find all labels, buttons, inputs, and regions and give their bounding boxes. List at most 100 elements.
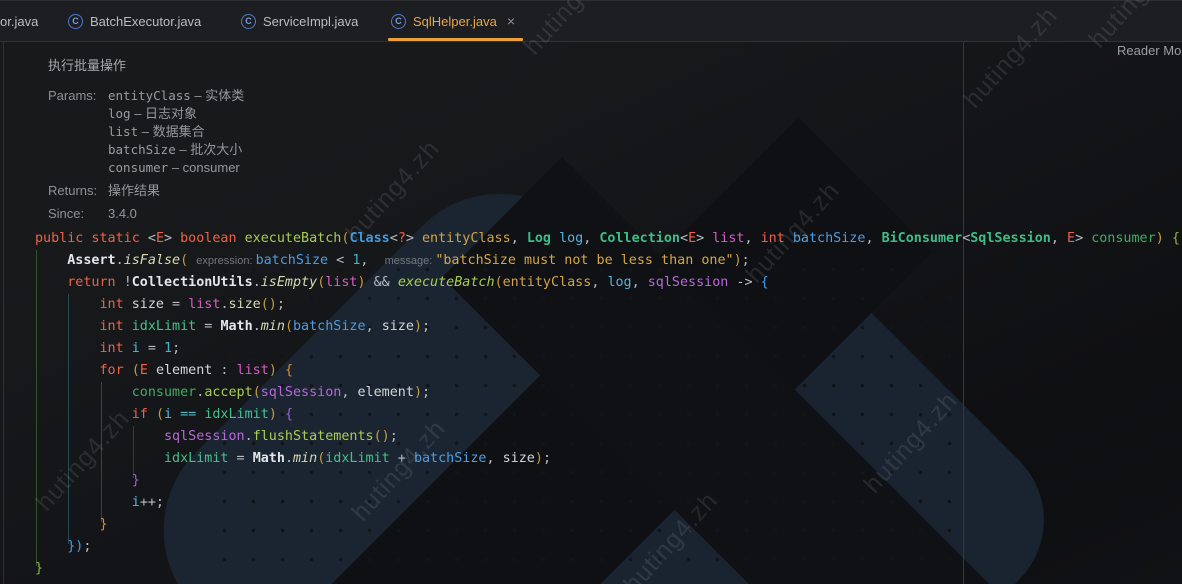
code-token: idxLimit: [131, 319, 197, 334]
code-token: log: [559, 231, 584, 246]
code-token: {: [760, 275, 769, 290]
javadoc-row: list – 数据集合: [48, 123, 244, 141]
code-line[interactable]: int idxLimit = Math.min(batchSize, size)…: [35, 316, 1180, 338]
code-token: >: [164, 231, 181, 246]
code-line[interactable]: int size = list.size();: [35, 294, 1180, 316]
code-token: &&: [365, 275, 398, 290]
code-token: E: [1067, 231, 1076, 246]
code-token: i: [164, 407, 173, 422]
code-line[interactable]: sqlSession.flushStatements();: [35, 426, 1180, 448]
code-token: ): [268, 407, 277, 422]
code-line[interactable]: if (i == idxLimit) {: [35, 404, 1180, 426]
code-token: .: [252, 319, 261, 334]
reader-mode-toggle[interactable]: Reader Mo: [1117, 43, 1181, 58]
tab-or-java[interactable]: or.java: [0, 2, 38, 40]
code-token: ,: [510, 231, 527, 246]
code-token: (): [373, 429, 390, 444]
code-token: (: [131, 363, 140, 378]
code-token: consumer: [131, 385, 197, 400]
code-token: >: [405, 231, 422, 246]
javadoc-value: batchSize – 批次大小: [108, 142, 243, 157]
code-line[interactable]: }: [35, 470, 1180, 492]
code-token: int: [99, 319, 132, 334]
code-token: >: [696, 231, 713, 246]
code-token: ,: [591, 275, 608, 290]
code-token: ,: [341, 385, 358, 400]
code-token: batchSize: [792, 231, 866, 246]
code-token: size: [131, 297, 164, 312]
code-token: <: [147, 231, 156, 246]
code-token: .: [220, 297, 229, 312]
code-line[interactable]: }: [35, 514, 1180, 536]
code-token: ): [357, 275, 366, 290]
code-token: }: [131, 473, 140, 488]
code-token: "batchSize must not be less than one": [435, 253, 734, 268]
tab-serviceimpl-java[interactable]: C ServiceImpl.java: [241, 2, 358, 40]
code-token: ;: [389, 429, 398, 444]
code-token: +: [389, 451, 414, 466]
code-token: ): [733, 253, 742, 268]
code-token: ,: [486, 451, 503, 466]
code-token: ;: [741, 253, 750, 268]
code-line[interactable]: }: [35, 558, 1180, 580]
javadoc-value: entityClass – 实体类: [108, 88, 245, 103]
code-token: list: [236, 363, 269, 378]
code-token: for: [99, 363, 132, 378]
code-token: sqlSession: [164, 429, 245, 444]
code-line[interactable]: consumer.accept(sqlSession, element);: [35, 382, 1180, 404]
code-token: i: [131, 341, 140, 356]
code-token: =: [139, 341, 164, 356]
code-token: i: [131, 495, 140, 510]
code-token: min: [293, 451, 318, 466]
code-token: }: [99, 517, 108, 532]
close-icon[interactable]: ×: [507, 13, 515, 29]
code-token: log: [607, 275, 632, 290]
code-token: expression:: [196, 255, 256, 267]
code-token: min: [260, 319, 285, 334]
code-line[interactable]: int i = 1;: [35, 338, 1180, 360]
code-token: isFalse: [123, 253, 181, 268]
code-token: {: [1171, 231, 1180, 246]
code-token: size: [228, 297, 261, 312]
code-token: ,: [744, 231, 761, 246]
tab-bar: or.java C BatchExecutor.java C ServiceImpl.j…: [0, 0, 1182, 42]
code-token: idxLimit: [204, 407, 269, 422]
code-line[interactable]: });: [35, 536, 1180, 558]
code-token: ==: [172, 407, 205, 422]
code-line[interactable]: for (E element : list) {: [35, 360, 1180, 382]
code-line[interactable]: public static <E> boolean executeBatch(C…: [35, 228, 1180, 250]
code-token: entityClass: [502, 275, 592, 290]
tab-sqlhelper-java[interactable]: C SqlHelper.java ×: [387, 2, 524, 41]
code-token: }): [67, 539, 84, 554]
code-line[interactable]: Assert.isFalse( expression: batchSize < …: [35, 250, 1180, 272]
code-token: SqlSession: [970, 231, 1051, 246]
code-token: 1: [164, 341, 173, 356]
tab-batchexecutor-java[interactable]: C BatchExecutor.java: [68, 2, 201, 40]
javadoc-value: log – 日志对象: [108, 106, 198, 121]
code-token: ;: [83, 539, 92, 554]
code-line[interactable]: i++;: [35, 492, 1180, 514]
code-token: ,: [1050, 231, 1067, 246]
code-token: (: [180, 253, 189, 268]
code-token: E: [155, 231, 164, 246]
code-token: isEmpty: [260, 275, 318, 290]
ide-window: or.java C BatchExecutor.java C ServiceImpl.j…: [0, 0, 1182, 584]
code-token: sqlSession: [647, 275, 729, 290]
code-token: ): [534, 451, 543, 466]
code-line[interactable]: idxLimit = Math.min(idxLimit + batchSize…: [35, 448, 1180, 470]
code-line[interactable]: return !CollectionUtils.isEmpty (list) &&…: [35, 272, 1180, 294]
code-editor[interactable]: public static <E> boolean executeBatch(C…: [0, 216, 1182, 584]
code-token: ): [413, 385, 422, 400]
code-token: element: [155, 363, 213, 378]
code-token: (: [252, 385, 261, 400]
code-token: .: [115, 253, 124, 268]
